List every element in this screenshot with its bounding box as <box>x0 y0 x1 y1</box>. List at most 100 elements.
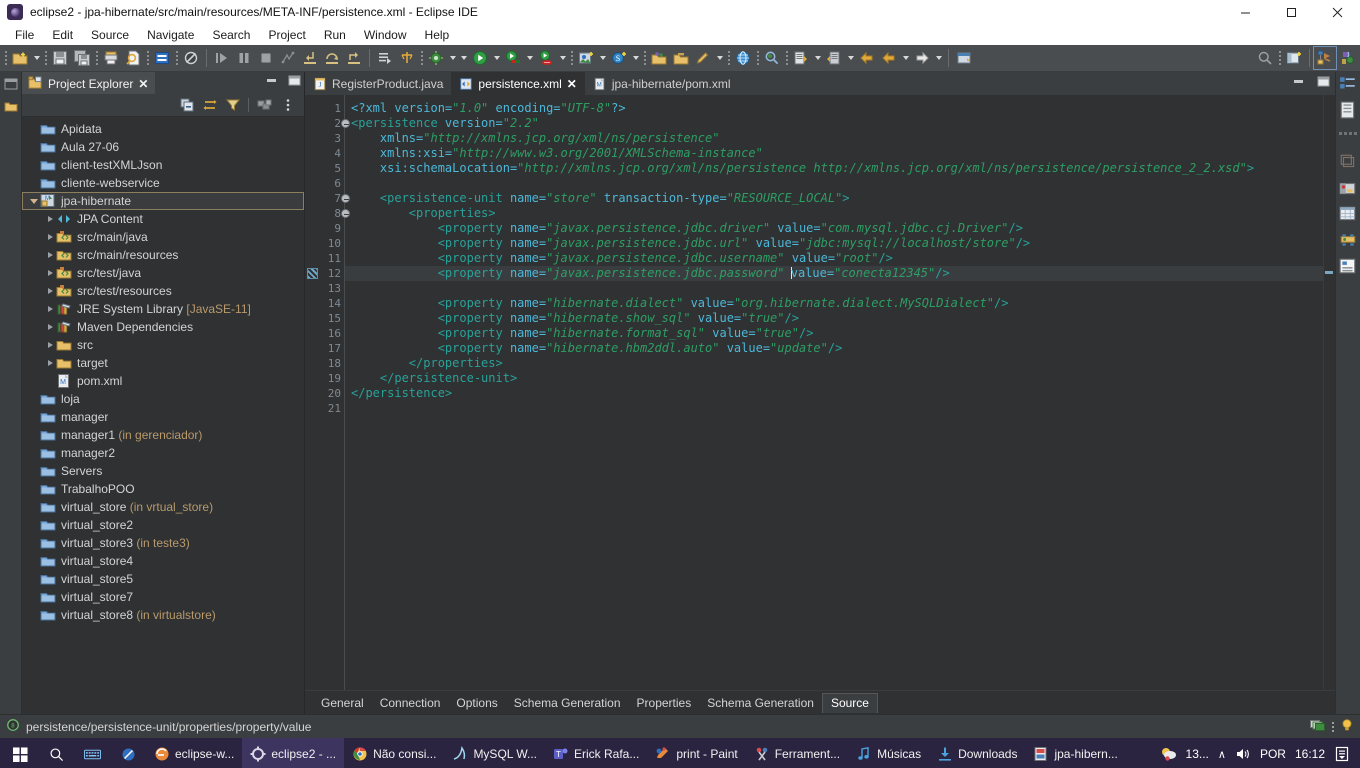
perspective-jpa-icon[interactable] <box>1313 46 1337 70</box>
tree-item-virtual-store7[interactable]: virtual_store7 <box>22 588 304 606</box>
package-explorer-icon[interactable] <box>3 98 19 114</box>
forward-dropdown-arrow[interactable] <box>933 47 944 69</box>
line-number-gutter[interactable]: 1 2 3 4 5 6 7 8 9 10 11 12 13 14 15 16 17 18 19 20 21 <box>305 95 350 690</box>
line-number[interactable]: 10 <box>305 236 344 251</box>
line-number[interactable]: 19 <box>305 371 344 386</box>
previous-annotation-icon[interactable] <box>823 47 845 69</box>
editor-tab-jpa-hibernate-pom-xml[interactable]: Mjpa-hibernate/pom.xml <box>584 72 739 95</box>
code-line[interactable]: <properties> <box>345 206 1323 221</box>
show-hidden-icons-chevron-up-icon[interactable]: ∧ <box>1218 748 1226 761</box>
last-edit-location-icon[interactable] <box>878 47 900 69</box>
code-line[interactable]: <property name="hibernate.hbm2ddl.auto" … <box>345 341 1323 356</box>
code-line[interactable]: <persistence version="2.2" <box>345 116 1323 131</box>
line-number[interactable]: 5 <box>305 161 344 176</box>
coverage-icon[interactable] <box>535 47 557 69</box>
source-editor[interactable]: 1 2 3 4 5 6 7 8 9 10 11 12 13 14 15 16 17 18 19 20 21 <?xml … <box>305 95 1335 690</box>
data-source-explorer-icon[interactable] <box>1339 205 1357 223</box>
save-all-icon[interactable] <box>71 47 93 69</box>
toolbar-grip-11[interactable] <box>783 49 790 67</box>
cortana-icon[interactable] <box>110 738 146 768</box>
code-line[interactable] <box>345 176 1323 191</box>
taskbar-button-ferrament[interactable]: Ferrament... <box>746 738 848 768</box>
tree-item-loja[interactable]: loja <box>22 390 304 408</box>
back-dropdown-arrow[interactable] <box>900 47 911 69</box>
tree-item-virtual-store4[interactable]: virtual_store4 <box>22 552 304 570</box>
tree-item-src-main-resources[interactable]: src/main/resources <box>22 246 304 264</box>
line-number[interactable]: 6 <box>305 176 344 191</box>
code-line[interactable]: xsi:schemaLocation="http://xmlns.jcp.org… <box>345 161 1323 176</box>
open-web-browser-icon[interactable] <box>732 47 754 69</box>
taskbar-button-jpa-hibern[interactable]: jpa-hibern... <box>1025 738 1125 768</box>
collapse-all-icon[interactable] <box>176 96 197 115</box>
toolbar-grip-8[interactable] <box>641 49 648 67</box>
tree-item-servers[interactable]: Servers <box>22 462 304 480</box>
open-task-icon[interactable] <box>151 47 173 69</box>
minimize-view-button[interactable] <box>266 74 278 86</box>
toolbar-grip-5[interactable] <box>173 49 180 67</box>
taskbar-button-n-o-consi[interactable]: Não consi... <box>344 738 444 768</box>
chevron-right-icon[interactable] <box>44 210 56 228</box>
line-number[interactable]: 16 <box>305 326 344 341</box>
taskbar-button-erick-rafa[interactable]: T Erick Rafa... <box>545 738 647 768</box>
editor-tab-persistence-xml[interactable]: persistence.xml ✕ <box>451 72 585 95</box>
toolbar-grip-6[interactable] <box>418 49 425 67</box>
perspective-java-ee-icon[interactable] <box>1336 47 1358 69</box>
minimize-button[interactable] <box>1222 0 1268 24</box>
close-icon[interactable]: ✕ <box>567 77 577 91</box>
taskbar-button-mysql-w[interactable]: MySQL W... <box>444 738 545 768</box>
tree-item-virtual-store2[interactable]: virtual_store2 <box>22 516 304 534</box>
new-class-dropdown-arrow[interactable] <box>630 47 641 69</box>
step-return-icon[interactable] <box>343 47 365 69</box>
line-number[interactable]: 13 <box>305 281 344 296</box>
run-dropdown-arrow[interactable] <box>491 47 502 69</box>
toolbar-grip-9[interactable] <box>725 49 732 67</box>
page-tab-options[interactable]: Options <box>448 693 505 713</box>
taskbar-button-downloads[interactable]: Downloads <box>929 738 1025 768</box>
line-number[interactable]: 14 <box>305 296 344 311</box>
code-line[interactable]: <property name="hibernate.format_sql" va… <box>345 326 1323 341</box>
open-perspective-icon[interactable] <box>1283 47 1305 69</box>
line-number[interactable]: 17 <box>305 341 344 356</box>
view-menu-icon[interactable] <box>277 96 298 115</box>
chevron-right-icon[interactable] <box>44 246 56 264</box>
servers-view-icon[interactable] <box>1339 231 1357 249</box>
chevron-right-icon[interactable] <box>44 318 56 336</box>
windows-start-icon[interactable] <box>2 738 38 768</box>
tree-item-trabalhopoo[interactable]: TrabalhoPOO <box>22 480 304 498</box>
toolbar-grip-2[interactable] <box>42 49 49 67</box>
working-set-icon[interactable] <box>254 96 275 115</box>
debug-dropdown-arrow[interactable] <box>447 47 458 69</box>
editor-tab-registerproduct-java[interactable]: J RegisterProduct.java <box>305 72 452 95</box>
line-number[interactable]: 7 <box>305 191 350 206</box>
line-number[interactable]: 18 <box>305 356 344 371</box>
bookmark-marker-icon[interactable] <box>307 268 318 279</box>
menu-edit[interactable]: Edit <box>43 26 82 44</box>
quick-access-search-icon[interactable] <box>1254 47 1276 69</box>
code-line[interactable]: <persistence-unit name="store" transacti… <box>345 191 1323 206</box>
tile-editors-icon[interactable] <box>1310 718 1326 735</box>
tree-item-jpa-content[interactable]: JPA Content <box>22 210 304 228</box>
code-line[interactable]: <property name="javax.persistence.jdbc.d… <box>345 221 1323 236</box>
perspective-grip[interactable] <box>1276 49 1283 67</box>
code-line[interactable] <box>345 281 1323 296</box>
save-icon[interactable] <box>49 47 71 69</box>
tree-item-virtual-store3[interactable]: virtual_store3 (in teste3) <box>22 534 304 552</box>
new-wizard-dropdown-arrow[interactable] <box>31 47 42 69</box>
weather-partly-cloudy-icon[interactable] <box>1161 746 1177 762</box>
line-number[interactable]: 4 <box>305 146 344 161</box>
tree-item-src-main-java[interactable]: src/main/java <box>22 228 304 246</box>
clock[interactable]: 16:12 <box>1295 747 1325 761</box>
menu-project[interactable]: Project <box>259 26 314 44</box>
new-package-dropdown-arrow[interactable] <box>597 47 608 69</box>
tree-item-virtual-store5[interactable]: virtual_store5 <box>22 570 304 588</box>
tree-item-src-test-java[interactable]: src/test/java <box>22 264 304 282</box>
taskbar-button-eclipse-w[interactable]: eclipse-w... <box>146 738 242 768</box>
tree-item-aula-27-06[interactable]: Aula 27-06 <box>22 138 304 156</box>
code-line[interactable]: xmlns:xsi="http://www.w3.org/2001/XMLSch… <box>345 146 1323 161</box>
restore-view-icon[interactable] <box>3 76 19 92</box>
line-number[interactable]: 8 <box>305 206 350 221</box>
project-explorer-tab[interactable]: Project Explorer ✕ <box>22 72 156 94</box>
menu-help[interactable]: Help <box>416 26 459 44</box>
minimized-views-icon[interactable] <box>1339 127 1357 145</box>
tip-of-day-icon[interactable] <box>1340 717 1354 736</box>
